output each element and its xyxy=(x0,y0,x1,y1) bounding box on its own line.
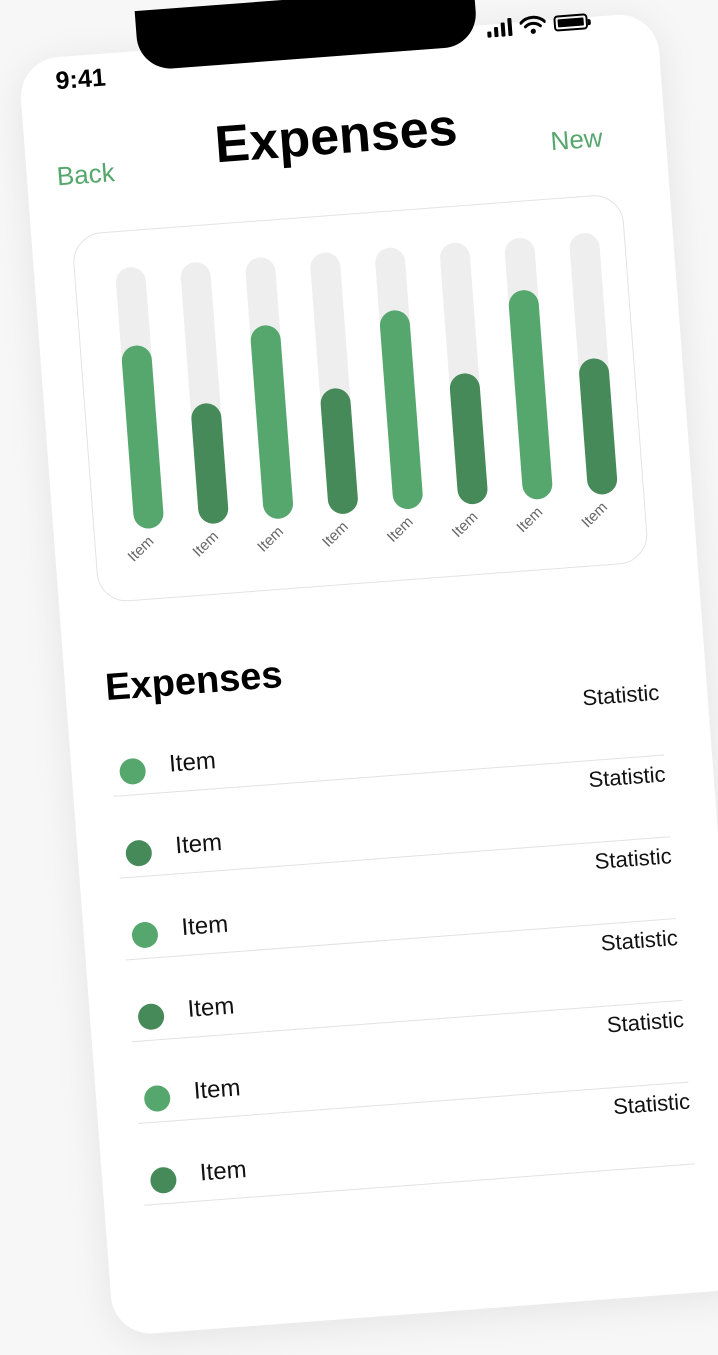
battery-icon xyxy=(553,13,589,32)
list-item-label: Item xyxy=(168,747,217,778)
category-dot-icon xyxy=(124,839,153,868)
phone-screen: 9:41 Back Expenses New Item Item Item Item I… xyxy=(18,0,718,1337)
x-tick-label: Item xyxy=(319,518,352,551)
bar-8[interactable] xyxy=(578,357,618,495)
category-dot-icon xyxy=(137,1002,166,1031)
x-tick-label: Item xyxy=(125,533,158,566)
list-item-label: Item xyxy=(180,910,230,942)
x-tick-label: Item xyxy=(449,508,482,541)
screen-background: 9:41 Back Expenses New Item Item Item Item I… xyxy=(0,0,718,1355)
expenses-chart-card: Item Item Item Item Item Item Item Item xyxy=(71,193,650,604)
list-item-statistic: Statistic xyxy=(581,679,661,711)
expenses-bar-chart: Item Item Item Item Item Item Item Item xyxy=(115,233,618,566)
list-item-statistic: Statistic xyxy=(612,1088,691,1120)
list-item-label: Item xyxy=(174,828,223,860)
back-button[interactable]: Back xyxy=(56,157,116,192)
wifi-icon xyxy=(519,15,547,34)
list-item-statistic: Statistic xyxy=(587,761,667,793)
bar-5[interactable] xyxy=(379,309,424,510)
page-title: Expenses xyxy=(212,98,460,175)
x-tick-label: Item xyxy=(254,523,287,556)
category-dot-icon xyxy=(131,921,159,949)
list-item-label: Item xyxy=(198,1156,248,1187)
category-dot-icon xyxy=(118,757,147,786)
section-title: Expenses xyxy=(103,653,284,710)
status-icons xyxy=(486,11,589,39)
list-item-statistic: Statistic xyxy=(606,1006,685,1038)
cellular-signal-icon xyxy=(486,17,513,38)
device-notch xyxy=(134,0,479,71)
bar-1[interactable] xyxy=(121,344,165,529)
status-time: 9:41 xyxy=(54,63,107,96)
list-item-statistic: Statistic xyxy=(599,925,679,956)
list-item-label: Item xyxy=(192,1074,242,1105)
x-tick-label: Item xyxy=(384,513,417,546)
bar-6[interactable] xyxy=(449,372,489,505)
bar-3[interactable] xyxy=(250,324,294,520)
bar-7[interactable] xyxy=(508,289,554,500)
new-button[interactable]: New xyxy=(549,122,603,157)
x-tick-label: Item xyxy=(578,499,611,532)
list-item-label: Item xyxy=(186,992,236,1023)
expenses-list: Item Statistic Item Statistic Item Statistic I… xyxy=(107,673,695,1206)
bar-2[interactable] xyxy=(190,402,229,524)
category-dot-icon xyxy=(149,1166,178,1195)
category-dot-icon xyxy=(143,1084,172,1113)
x-tick-label: Item xyxy=(513,504,546,537)
x-tick-label: Item xyxy=(189,528,222,561)
list-item-statistic: Statistic xyxy=(593,843,673,874)
bar-4[interactable] xyxy=(320,387,359,515)
